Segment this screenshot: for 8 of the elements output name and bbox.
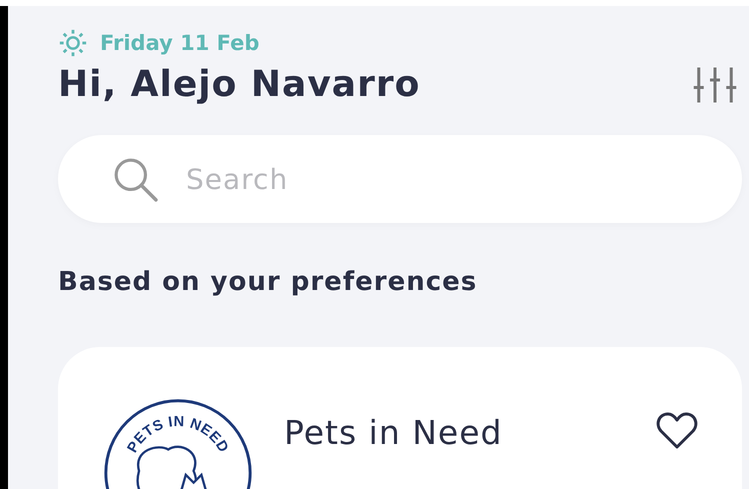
- search-field[interactable]: Search: [58, 135, 742, 223]
- filter-settings-icon[interactable]: [693, 64, 737, 104]
- sun-icon: [58, 28, 88, 58]
- date-label: Friday 11 Feb: [100, 31, 260, 55]
- section-heading: Based on your preferences: [58, 267, 478, 297]
- organization-name: Pets in Need: [284, 413, 504, 452]
- heart-icon[interactable]: [656, 411, 698, 450]
- greeting-title: Hi, Alejo Navarro: [58, 64, 420, 105]
